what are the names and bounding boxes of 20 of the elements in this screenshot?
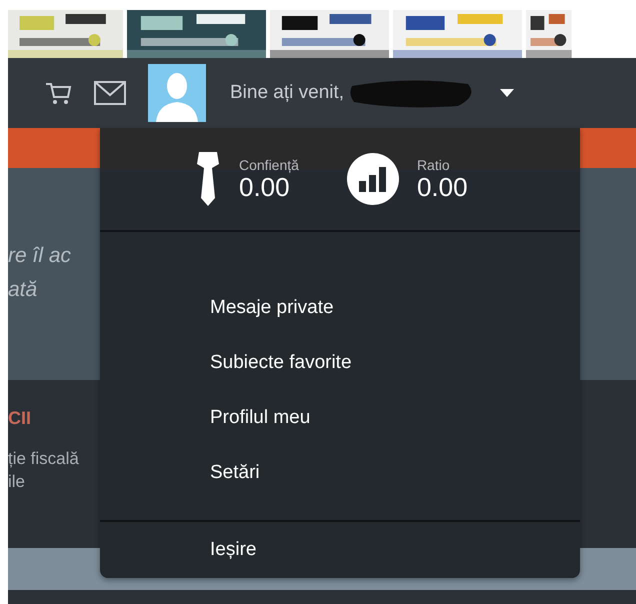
caret-icon[interactable] (500, 89, 514, 97)
cart-icon[interactable] (44, 81, 72, 105)
section-title: CII (8, 408, 32, 429)
quote-text: re îl ac (8, 244, 72, 268)
stat-label: Ratio (416, 157, 451, 173)
quote-text: ată (8, 278, 38, 302)
stat-label: Confiență (239, 157, 299, 173)
bar-chart-icon (346, 153, 399, 205)
menu-item[interactable]: Mesaje private (100, 280, 580, 335)
tie-icon (195, 150, 221, 208)
greeting-text: Bine ați venit, (230, 82, 344, 104)
mail-icon[interactable] (94, 81, 126, 105)
logout-item[interactable]: Ieșire (100, 522, 580, 578)
stat-value: 0.00 (416, 173, 468, 201)
stat-value: 0.00 (239, 173, 290, 201)
section-text: ile (8, 471, 26, 493)
menu-item[interactable]: Subiecte favorite (100, 335, 580, 390)
section-text: ție fiscală (8, 448, 79, 470)
menu-item[interactable]: Profilul meu (100, 390, 580, 445)
menu-item[interactable]: Setări (100, 445, 580, 500)
